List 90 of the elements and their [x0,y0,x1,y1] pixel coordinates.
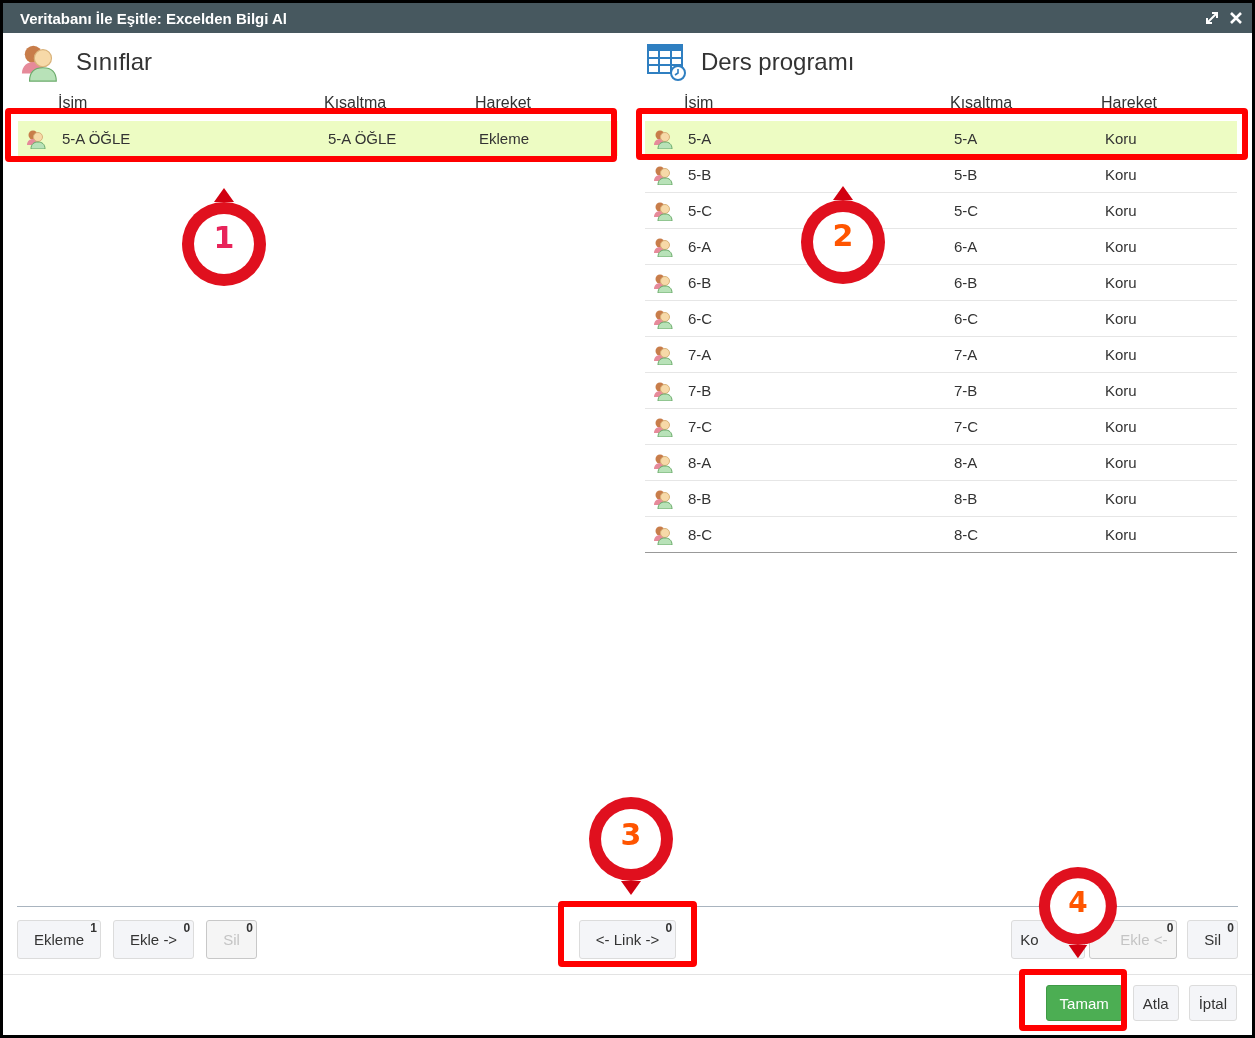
people-icon [653,200,675,221]
table-cell-text: 8-B [954,490,979,507]
table-cell-text: Koru [1105,526,1138,543]
table-cell-text: Koru [1105,454,1138,471]
table-cell-text: 5-C [688,202,714,219]
people-icon [653,272,675,293]
column-header: İsim [58,94,89,112]
table-row[interactable]: 8-B 8-B Koru [645,481,1237,517]
people-icon [653,164,675,185]
table-row[interactable]: 6-C 6-C Koru [645,301,1237,337]
people-icon [653,524,675,545]
count-label: 0 [246,921,253,935]
table-cell-text: Koru [1105,310,1138,327]
people-icon [653,344,675,365]
action-button[interactable]: Ekleme 1 [17,920,102,959]
people-icon [653,452,675,473]
table-cell-text: 6-A [688,238,713,255]
table-cell-text: 8-A [954,454,979,471]
table-row[interactable]: 7-B 7-B Koru [645,373,1237,409]
table-row[interactable]: 5-A ÖĞLE 5-A ÖĞLE Ekleme [18,121,618,156]
table-cell-text: 7-C [688,418,714,435]
count-label: 0 [1166,921,1174,935]
count-label: 1 [90,921,98,935]
action-button[interactable]: Atla [1132,985,1179,1021]
people-icon [653,380,675,401]
table-cell-text: 7-C [954,418,980,435]
table-row[interactable]: 5-A 5-A Koru [645,121,1237,157]
table-cell-text: 6-C [954,310,980,327]
column-header: Kısaltma [950,94,1014,112]
step-number-tooltip: 4 [1037,867,1119,959]
table-cell-text: 5-A [954,130,979,147]
table-cell-text: 8-C [954,526,980,543]
table-cell-text: Koru [1105,238,1138,255]
table-cell-text: 6-B [954,274,979,291]
table-cell-text: Koru [1105,202,1138,219]
table-cell-text: 5-A [688,130,713,147]
table-cell-text: 6-A [954,238,979,255]
count-label: 0 [1227,921,1234,935]
table-row[interactable]: 8-C 8-C Koru [645,517,1237,552]
action-button[interactable]: İptal [1188,985,1237,1021]
people-icon [653,488,675,509]
window-title: Veritabanı İle Eşitle: Excelden Bilgi Al [20,9,289,27]
count-label: 0 [665,921,673,935]
step-number-tooltip: 3 [587,797,675,895]
column-header: Kısaltma [324,94,388,112]
table-row[interactable]: 7-A 7-A Koru [645,337,1237,373]
table-cell-text: Koru [1105,274,1138,291]
people-icon [653,416,675,437]
panel-title: Ders programı [701,48,855,76]
table-cell-text: 5-B [954,166,979,183]
table-cell-text: 8-A [688,454,713,471]
count-label: 0 [183,921,191,935]
step-number-tooltip: 2 [799,186,887,284]
table-cell-text: 5-B [688,166,713,183]
action-button[interactable]: <- Link -> 0 [578,920,677,959]
table-cell-text: 7-B [954,382,979,399]
people-icon [653,308,675,329]
table-cell-text: Koru [1105,490,1138,507]
table-cell-text: 7-A [954,346,979,363]
table-row[interactable]: 5-B 5-B Koru [645,157,1237,193]
table-cell-text: 6-B [688,274,713,291]
table-cell-text: Koru [1105,130,1138,147]
action-button[interactable]: Sil 0 [1187,920,1238,959]
table-cell-text: 7-B [688,382,713,399]
table-cell-text: Koru [1105,382,1138,399]
table-cell-text: 5-C [954,202,980,219]
people-icon [26,128,48,149]
step-number-tooltip: 1 [180,188,268,286]
table-row[interactable]: 8-A 8-A Koru [645,445,1237,481]
table-cell-text: Ekleme [479,130,531,147]
people-icon [653,128,675,149]
action-button[interactable]: Ekle -> 0 [113,920,195,959]
people-icon [653,236,675,257]
table-cell-text: Koru [1105,418,1138,435]
table-row[interactable]: 7-C 7-C Koru [645,409,1237,445]
table-cell-text: 8-B [688,490,713,507]
close-icon[interactable] [1230,12,1242,24]
column-header: Hareket [475,94,533,112]
table-cell-text: Koru [1105,166,1138,183]
calendar-clock-icon [647,43,687,81]
table-cell-text: 7-A [688,346,713,363]
column-header: İsim [684,94,715,112]
maximize-icon[interactable] [1206,12,1218,24]
table-cell-text: 5-A ÖĞLE [328,130,398,147]
table-cell-text: 6-C [688,310,714,327]
column-header: Hareket [1101,94,1159,112]
table-cell-text: 8-C [688,526,714,543]
table-cell-text: 5-A ÖĞLE [62,130,132,147]
panel-title: Sınıflar [76,48,153,76]
table-cell-text: Koru [1105,346,1138,363]
